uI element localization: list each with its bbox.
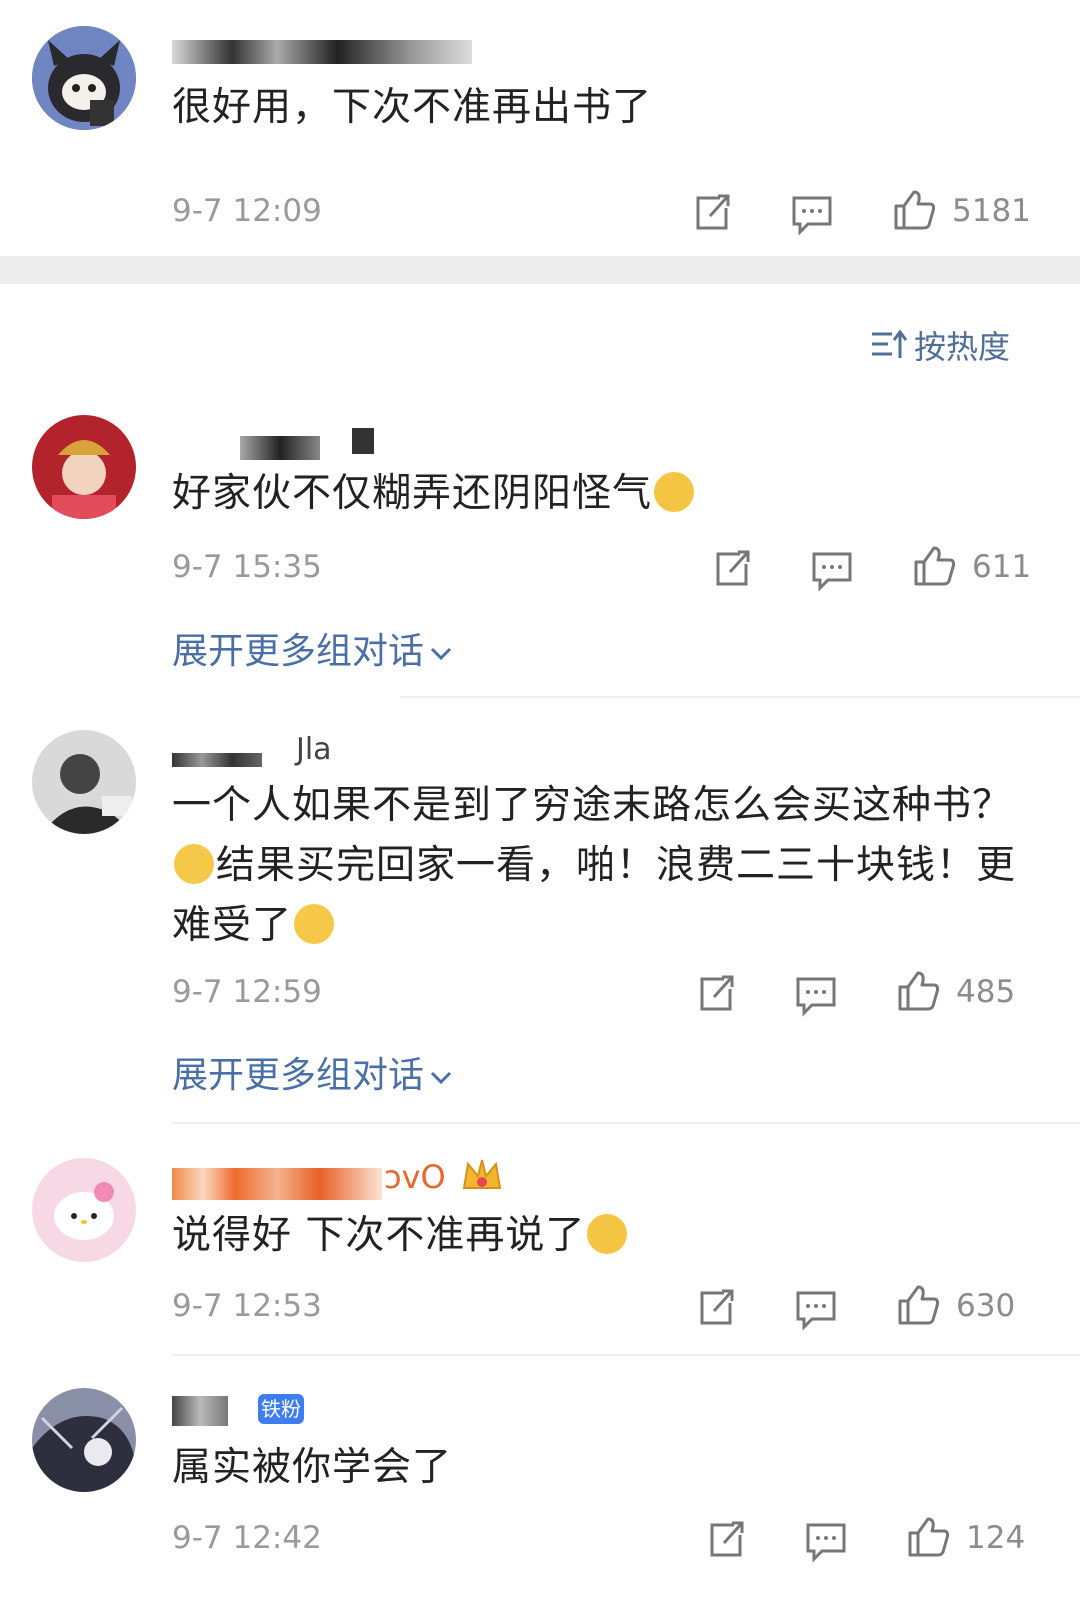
crown-icon: [462, 1159, 502, 1189]
share-icon[interactable]: [694, 1285, 738, 1329]
comment-icon[interactable]: [794, 973, 838, 1017]
chevron-down-icon: [430, 647, 452, 661]
avatar[interactable]: [32, 26, 136, 130]
fan-badge: 铁粉: [258, 1394, 304, 1424]
share-icon[interactable]: [710, 546, 754, 590]
username-redacted: [172, 753, 262, 767]
like-count: 630: [956, 1288, 1016, 1324]
comment-icon[interactable]: [790, 192, 834, 236]
username-fragment: ɔvO: [384, 1158, 446, 1196]
comment-text: 很好用，下次不准再出书了: [172, 85, 653, 130]
comment-icon[interactable]: [804, 1519, 848, 1563]
like-count: 5181: [952, 193, 1031, 229]
username-redacted: [172, 40, 472, 64]
like-icon[interactable]: [896, 1283, 940, 1327]
sort-icon: [872, 329, 908, 358]
like-count: 124: [966, 1520, 1026, 1556]
comment-text: 属实被你学会了: [172, 1445, 453, 1490]
like-icon[interactable]: [896, 969, 940, 1013]
section-separator: [0, 256, 1080, 284]
username-redacted: [352, 428, 374, 454]
like-icon[interactable]: [906, 1515, 950, 1559]
username-redacted: [172, 1168, 382, 1200]
cry-emoji-icon: [174, 844, 214, 884]
comment-text: 一个人如果不是到了穷途末路怎么会买这种书？ 结果买完回家一看，啪！浪费二三十块钱…: [172, 783, 1017, 948]
expand-conversation-link[interactable]: 展开更多组对话: [172, 1046, 454, 1098]
avatar[interactable]: [32, 1388, 136, 1492]
share-icon[interactable]: [704, 1517, 748, 1561]
comment-time: 9-7 15:35: [172, 549, 322, 585]
comment-time: 9-7 12:59: [172, 974, 322, 1010]
divider: [400, 696, 1080, 698]
chevron-down-icon: [430, 1071, 452, 1085]
username-fragment: Jla: [296, 732, 332, 767]
comment-text: 说得好 下次不准再说了: [172, 1206, 629, 1266]
divider: [172, 1122, 1080, 1124]
doge-emoji-icon: [587, 1214, 628, 1254]
comment-time: 9-7 12:42: [172, 1520, 322, 1556]
like-icon[interactable]: [892, 188, 936, 232]
like-count: 611: [972, 549, 1032, 585]
sort-label: 按热度: [914, 328, 1011, 366]
comment-time: 9-7 12:53: [172, 1288, 322, 1324]
avatar[interactable]: [32, 415, 136, 519]
share-icon[interactable]: [690, 190, 734, 234]
cry-emoji-icon: [294, 904, 335, 944]
comment-icon[interactable]: [794, 1287, 838, 1331]
divider: [172, 1354, 1080, 1356]
like-icon[interactable]: [912, 544, 956, 588]
username-redacted: [240, 436, 320, 460]
expand-conversation-link[interactable]: 展开更多组对话: [172, 622, 454, 674]
comment-time: 9-7 12:09: [172, 193, 322, 229]
like-count: 485: [956, 974, 1016, 1010]
sort-toggle[interactable]: 按热度: [870, 322, 1010, 368]
share-icon[interactable]: [694, 971, 738, 1015]
comment-icon[interactable]: [810, 548, 854, 592]
comment-text: 好家伙不仅糊弄还阴阳怪气: [172, 464, 696, 524]
username-redacted: [172, 1396, 228, 1426]
avatar[interactable]: [32, 1158, 136, 1262]
avatar[interactable]: [32, 730, 136, 834]
doge-emoji-icon: [654, 472, 695, 512]
